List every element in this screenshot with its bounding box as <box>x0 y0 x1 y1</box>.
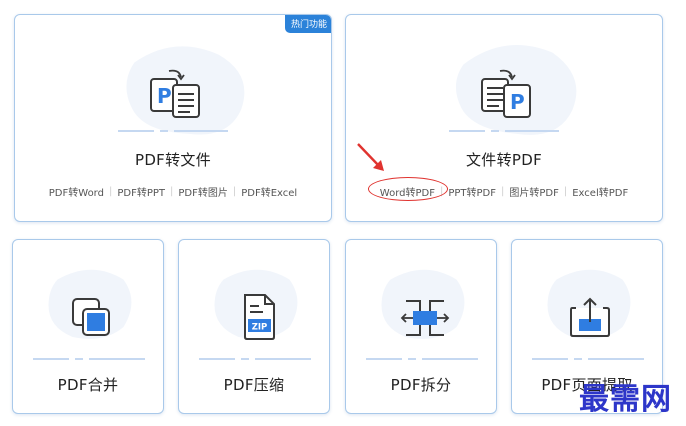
sub-link-list: PDF转Word | PDF转PPT | PDF转图片 | PDF转Excel <box>15 184 331 199</box>
link-pdf-to-word[interactable]: PDF转Word <box>49 184 104 199</box>
link-pdf-to-image[interactable]: PDF转图片 <box>178 184 227 199</box>
divider-line <box>532 358 644 360</box>
watermark-logo: 最需网 <box>579 382 672 417</box>
card-pdf-compress[interactable]: ZIP PDF压缩 <box>178 239 330 414</box>
divider-line <box>366 358 478 360</box>
annotation-arrow-icon <box>357 143 384 171</box>
card-title: PDF压缩 <box>223 376 285 394</box>
split-icon <box>400 300 450 336</box>
separator: | <box>501 186 505 197</box>
separator: | <box>232 186 237 197</box>
svg-text:P: P <box>510 90 525 114</box>
file-to-pdf-icon: P <box>481 69 531 118</box>
card-pdf-merge[interactable]: PDF合并 <box>12 239 164 414</box>
svg-text:P: P <box>157 84 172 108</box>
separator: | <box>170 186 174 197</box>
zip-file-icon: ZIP <box>244 294 275 340</box>
link-pdf-to-ppt[interactable]: PDF转PPT <box>117 184 165 199</box>
hot-feature-badge: 热门功能 <box>284 15 331 33</box>
link-image-to-pdf[interactable]: 图片转PDF <box>509 184 558 199</box>
separator: | <box>563 186 568 197</box>
merge-icon <box>72 298 110 336</box>
extract-page-icon <box>570 297 610 337</box>
divider-line <box>33 358 145 360</box>
separator: | <box>108 186 113 197</box>
link-pdf-to-excel[interactable]: PDF转Excel <box>241 184 297 199</box>
pdf-to-file-icon: P <box>150 69 200 118</box>
card-title: PDF拆分 <box>390 376 452 394</box>
card-title: PDF合并 <box>57 376 119 394</box>
link-ppt-to-pdf[interactable]: PPT转PDF <box>448 184 496 199</box>
link-excel-to-pdf[interactable]: Excel转PDF <box>572 184 628 199</box>
card-pdf-split[interactable]: PDF拆分 <box>345 239 497 414</box>
card-title: PDF转文件 <box>134 151 212 169</box>
divider-line <box>449 130 559 132</box>
zip-label: ZIP <box>252 323 268 333</box>
divider-line <box>199 358 311 360</box>
annotation-circle <box>368 177 448 201</box>
divider-line <box>118 130 228 132</box>
card-title: 文件转PDF <box>465 151 543 169</box>
card-pdf-to-file[interactable]: 热门功能 P PDF转文件 PDF转Word | PDF转PPT | PDF转图… <box>14 14 332 222</box>
